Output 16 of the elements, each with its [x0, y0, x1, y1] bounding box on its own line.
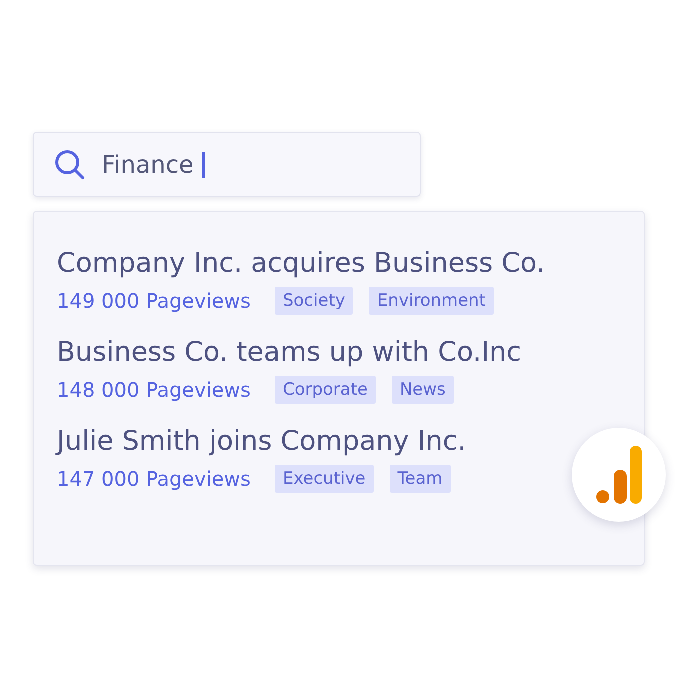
tag[interactable]: Corporate	[274, 376, 376, 404]
pageviews-count: 147 000 Pageviews	[57, 467, 251, 491]
text-cursor	[202, 152, 205, 178]
pageviews-count: 149 000 Pageviews	[57, 289, 251, 313]
search-icon	[54, 148, 86, 180]
result-title[interactable]: Julie Smith joins Company Inc.	[57, 426, 466, 457]
tag[interactable]: News	[392, 376, 454, 404]
tag[interactable]: Executive	[274, 465, 374, 493]
result-title[interactable]: Company Inc. acquires Business Co.	[57, 248, 546, 279]
tag[interactable]: Environment	[369, 287, 494, 315]
result-title[interactable]: Business Co. teams up with Co.Inc	[57, 337, 522, 368]
bar-chart-icon	[596, 446, 642, 504]
search-field[interactable]: Finance	[33, 132, 421, 197]
tag[interactable]: Society	[274, 287, 354, 315]
tag[interactable]: Team	[390, 465, 451, 493]
pageviews-count: 148 000 Pageviews	[57, 378, 251, 402]
